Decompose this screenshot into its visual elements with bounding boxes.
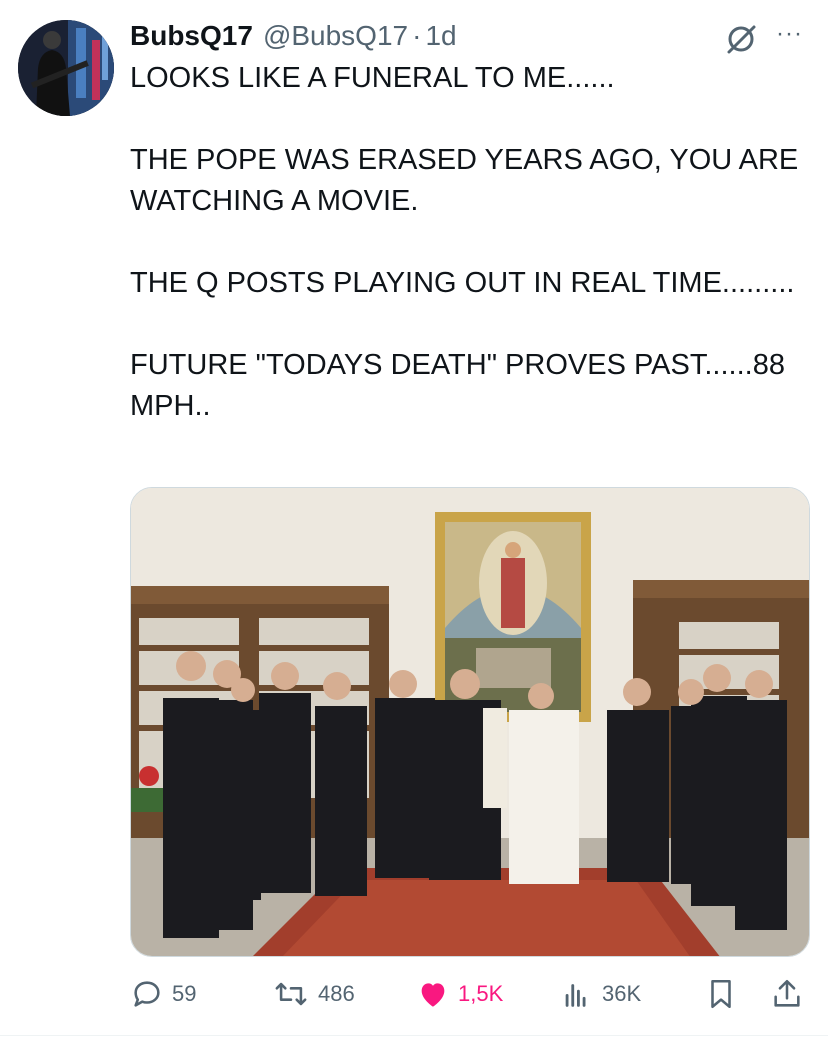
tweet-header: BubsQ17 @BubsQ17 · 1d [130, 16, 457, 56]
action-bar: 59 486 1,5K 36K [130, 972, 810, 1016]
display-name[interactable]: BubsQ17 [130, 20, 253, 52]
repost-icon [275, 982, 307, 1006]
share-icon [774, 979, 800, 1007]
separator-dot: · [412, 20, 422, 51]
views-count: 36K [602, 981, 642, 1006]
like-count: 1,5K [458, 981, 504, 1006]
divider [0, 1035, 828, 1036]
grok-icon[interactable] [724, 22, 758, 56]
like-button[interactable]: 1,5K [416, 972, 503, 1016]
post-time[interactable]: 1d [425, 20, 456, 52]
user-handle[interactable]: @BubsQ17 [263, 20, 408, 52]
share-button[interactable] [770, 972, 812, 1016]
reply-icon [134, 981, 160, 1007]
bookmark-icon [711, 979, 731, 1009]
views-icon [565, 984, 586, 1007]
tweet-text: LOOKS LIKE A FUNERAL TO ME...... THE POP… [130, 62, 799, 422]
repost-count: 486 [318, 981, 355, 1006]
heart-icon [421, 983, 445, 1007]
views-button[interactable]: 36K [560, 972, 641, 1016]
reply-count: 59 [172, 981, 197, 1006]
more-icon[interactable]: ··· [776, 20, 803, 48]
reply-button[interactable]: 59 [130, 972, 196, 1016]
repost-button[interactable]: 486 [272, 972, 355, 1016]
avatar[interactable] [18, 20, 114, 116]
tweet-image[interactable] [130, 487, 810, 957]
bookmark-button[interactable] [704, 972, 746, 1016]
